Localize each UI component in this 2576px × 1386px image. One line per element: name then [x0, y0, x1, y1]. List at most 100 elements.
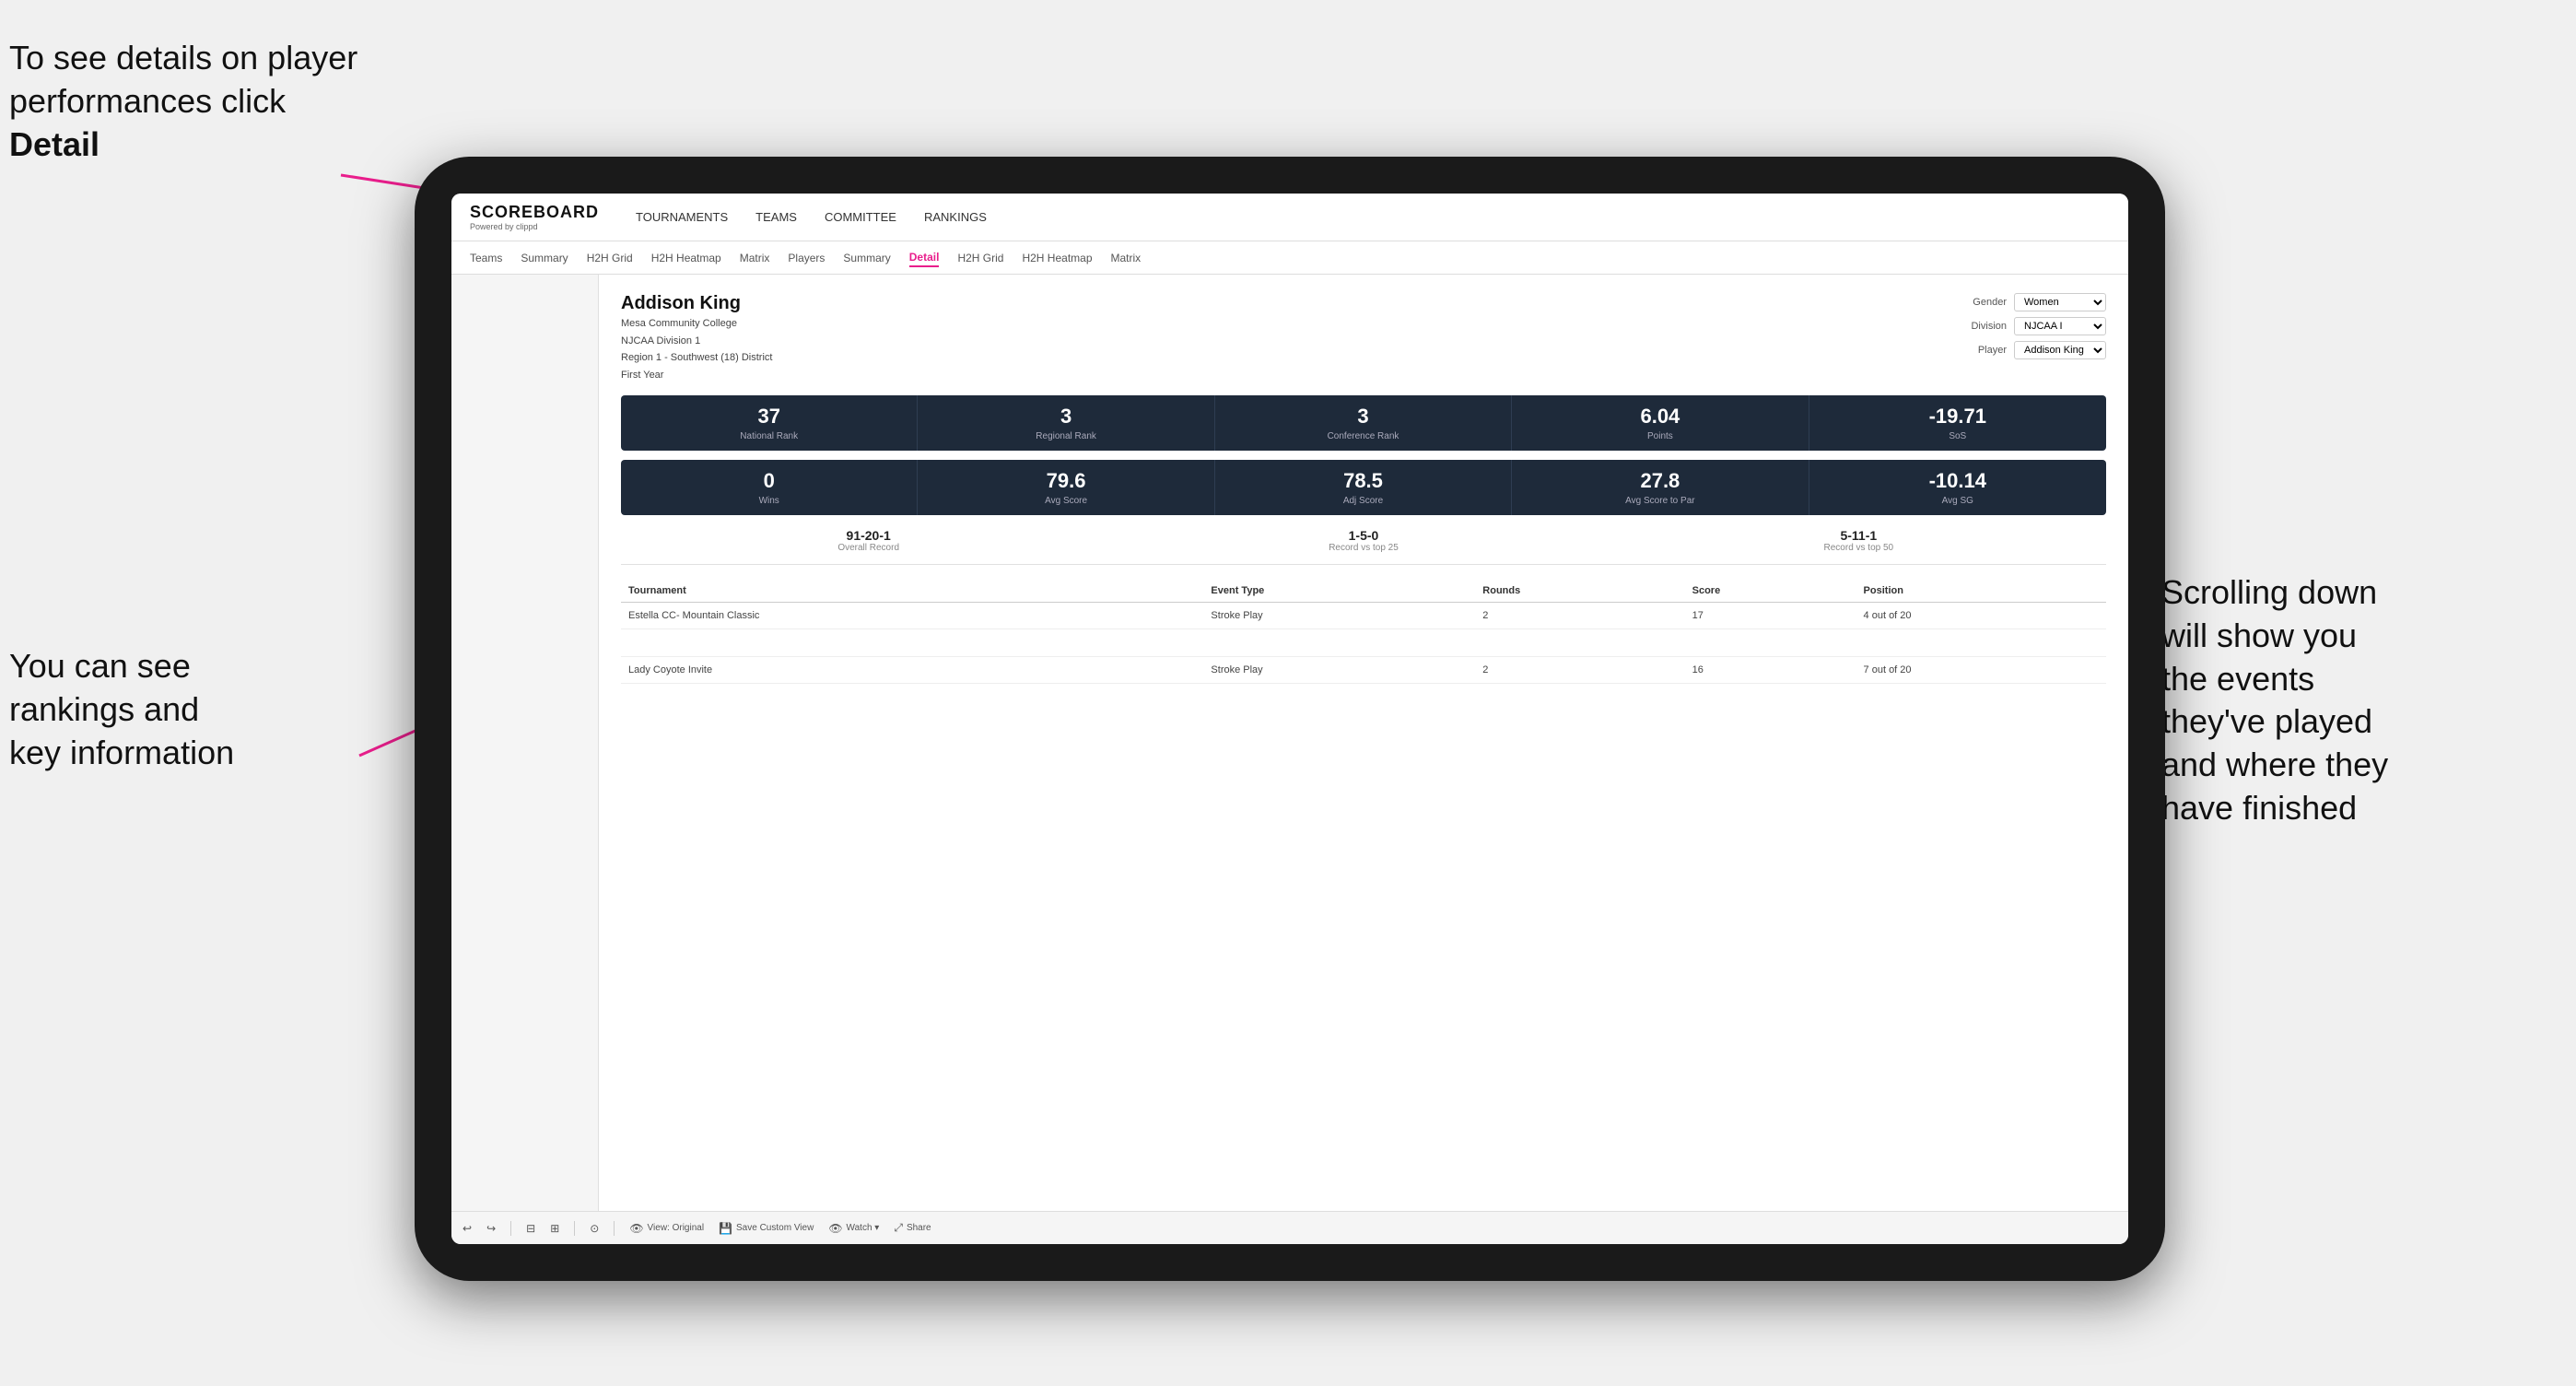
record-top50-value: 5-11-1: [1611, 528, 2106, 543]
points-value: 6.04: [1517, 405, 1802, 429]
save-icon: 💾: [719, 1222, 732, 1235]
subnav-h2h-grid[interactable]: H2H Grid: [587, 250, 633, 266]
position-2: 7 out of 20: [1856, 657, 2106, 684]
eye-icon: 👁: [629, 1222, 643, 1235]
subnav-h2h-grid2[interactable]: H2H Grid: [957, 250, 1003, 266]
stat-conference-rank: 3 Conference Rank: [1215, 395, 1512, 451]
annotation-topleft: To see details on player performances cl…: [9, 37, 359, 166]
avg-score-label: Avg Score: [923, 496, 1208, 506]
nav-tournaments[interactable]: TOURNAMENTS: [636, 206, 728, 228]
logo-sub: Powered by clippd: [470, 222, 599, 231]
nav-bar: SCOREBOARD Powered by clippd TOURNAMENTS…: [451, 194, 2128, 241]
col-position: Position: [1856, 580, 2106, 603]
toolbar-zoom-out[interactable]: ⊟: [526, 1222, 535, 1235]
toolbar-save-custom[interactable]: 💾 Save Custom View: [719, 1222, 814, 1235]
gender-selector-row: Gender Women: [1973, 293, 2106, 311]
rounds-2: 2: [1475, 657, 1684, 684]
stat-avg-score: 79.6 Avg Score: [918, 460, 1214, 515]
tablet-screen: SCOREBOARD Powered by clippd TOURNAMENTS…: [451, 194, 2128, 1244]
toolbar-clock[interactable]: ⊙: [590, 1222, 599, 1235]
toolbar-zoom-in[interactable]: ⊞: [550, 1222, 559, 1235]
toolbar-share[interactable]: ⤢ Share: [894, 1221, 931, 1235]
subnav-h2h-heatmap[interactable]: H2H Heatmap: [651, 250, 721, 266]
nav-rankings[interactable]: RANKINGS: [924, 206, 987, 228]
adj-score-value: 78.5: [1221, 469, 1505, 493]
toolbar-divider-1: [510, 1221, 511, 1236]
player-select[interactable]: Addison King: [2014, 341, 2106, 359]
score-2: 16: [1685, 657, 1856, 684]
player-select-label: Player: [1978, 345, 2007, 356]
subnav-detail[interactable]: Detail: [909, 249, 940, 267]
save-custom-label: Save Custom View: [736, 1223, 814, 1233]
nav-committee[interactable]: COMMITTEE: [825, 206, 896, 228]
subnav-matrix2[interactable]: Matrix: [1111, 250, 1142, 266]
division-selector-row: Division NJCAA I: [1971, 317, 2106, 335]
col-rounds: Rounds: [1475, 580, 1684, 603]
stat-wins: 0 Wins: [621, 460, 918, 515]
record-overall-value: 91-20-1: [621, 528, 1116, 543]
toolbar-undo[interactable]: ↩: [463, 1222, 472, 1235]
toolbar-watch[interactable]: 👁 Watch ▾: [828, 1222, 879, 1235]
stats-grid-row1: 37 National Rank 3 Regional Rank 3 Confe…: [621, 395, 2106, 451]
nav-teams[interactable]: TEAMS: [755, 206, 797, 228]
stats-grid-row2: 0 Wins 79.6 Avg Score 78.5 Adj Score 27.…: [621, 460, 2106, 515]
stat-avg-score-par: 27.8 Avg Score to Par: [1512, 460, 1809, 515]
zoom-in-icon: ⊞: [550, 1222, 559, 1235]
points-label: Points: [1517, 431, 1802, 441]
redo-icon: ↪: [486, 1222, 496, 1235]
table-row-empty: [621, 629, 2106, 657]
zoom-out-icon: ⊟: [526, 1222, 535, 1235]
avg-score-par-value: 27.8: [1517, 469, 1802, 493]
division-select[interactable]: NJCAA I: [2014, 317, 2106, 335]
record-top25-label: Record vs top 25: [1116, 543, 1610, 553]
avg-sg-label: Avg SG: [1815, 496, 2101, 506]
subnav-matrix[interactable]: Matrix: [740, 250, 770, 266]
sub-nav: Teams Summary H2H Grid H2H Heatmap Matri…: [451, 241, 2128, 275]
toolbar-divider-3: [614, 1221, 615, 1236]
record-top25: 1-5-0 Record vs top 25: [1116, 528, 1610, 553]
toolbar-divider-2: [574, 1221, 575, 1236]
gender-label: Gender: [1973, 297, 2007, 308]
stat-avg-sg: -10.14 Avg SG: [1809, 460, 2106, 515]
stat-regional-rank: 3 Regional Rank: [918, 395, 1214, 451]
avg-sg-value: -10.14: [1815, 469, 2101, 493]
sos-value: -19.71: [1815, 405, 2101, 429]
player-header: Addison King Mesa Community College NJCA…: [621, 293, 2106, 382]
record-overall-label: Overall Record: [621, 543, 1116, 553]
tournament-table: Tournament Event Type Rounds Score Posit…: [621, 580, 2106, 684]
conference-rank-value: 3: [1221, 405, 1505, 429]
rounds-1: 2: [1475, 603, 1684, 629]
subnav-h2h-heatmap2[interactable]: H2H Heatmap: [1022, 250, 1092, 266]
share-label: Share: [907, 1223, 931, 1233]
tournament-name-2: Lady Coyote Invite: [621, 657, 1203, 684]
subnav-summary2[interactable]: Summary: [843, 250, 890, 266]
annotation-bold: Detail: [9, 125, 100, 163]
logo-area: SCOREBOARD Powered by clippd: [470, 203, 599, 231]
gender-select[interactable]: Women: [2014, 293, 2106, 311]
division-label: Division: [1971, 321, 2007, 332]
avg-score-par-label: Avg Score to Par: [1517, 496, 1802, 506]
position-1: 4 out of 20: [1856, 603, 2106, 629]
record-overall: 91-20-1 Overall Record: [621, 528, 1116, 553]
view-original-label: View: Original: [648, 1223, 705, 1233]
toolbar-view-original[interactable]: 👁 View: Original: [629, 1222, 704, 1235]
table-row: Lady Coyote Invite Stroke Play 2 16 7 ou…: [621, 657, 2106, 684]
adj-score-label: Adj Score: [1221, 496, 1505, 506]
subnav-teams[interactable]: Teams: [470, 250, 502, 266]
player-selector-row: Player Addison King: [1978, 341, 2106, 359]
nav-items: TOURNAMENTS TEAMS COMMITTEE RANKINGS: [636, 206, 987, 228]
annotation-bottomright: Scrolling downwill show youthe eventsthe…: [2161, 571, 2567, 830]
col-tournament: Tournament: [621, 580, 1203, 603]
watch-label: Watch ▾: [847, 1223, 880, 1233]
event-type-1: Stroke Play: [1203, 603, 1475, 629]
avg-score-value: 79.6: [923, 469, 1208, 493]
player-college: Mesa Community College: [621, 316, 772, 332]
player-panel: Addison King Mesa Community College NJCA…: [599, 275, 2128, 1211]
wins-value: 0: [626, 469, 911, 493]
subnav-summary[interactable]: Summary: [521, 250, 568, 266]
toolbar-redo[interactable]: ↪: [486, 1222, 496, 1235]
subnav-players[interactable]: Players: [788, 250, 825, 266]
record-top50-label: Record vs top 50: [1611, 543, 2106, 553]
sos-label: SoS: [1815, 431, 2101, 441]
player-year: First Year: [621, 368, 772, 383]
